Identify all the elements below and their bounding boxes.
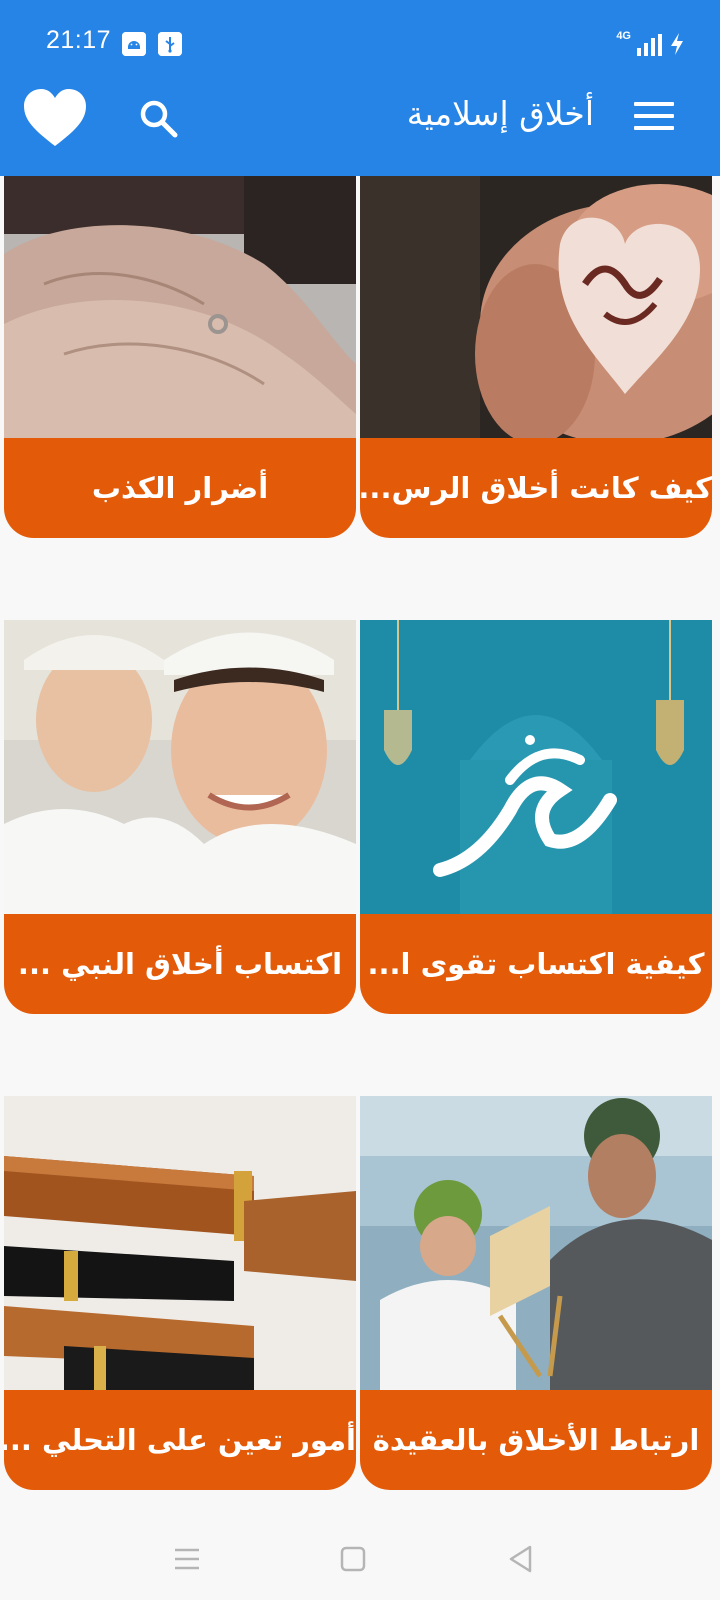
card-label: ارتباط الأخلاق بالعقيدة	[360, 1390, 712, 1490]
android-debug-icon	[122, 32, 146, 56]
card-label: كيف كانت أخلاق الرس...	[360, 438, 712, 538]
status-right-group: 4G	[616, 30, 686, 56]
system-nav-bar	[0, 1516, 720, 1600]
menu-icon[interactable]	[634, 102, 674, 132]
recent-apps-icon[interactable]	[172, 1544, 202, 1574]
card-image-fountain-pens	[4, 1096, 356, 1390]
card-image-man-boy-reading	[360, 1096, 712, 1390]
network-type: 4G	[616, 30, 631, 42]
card-label: أضرار الكذب	[4, 438, 356, 538]
charging-icon	[671, 33, 683, 55]
card-image-hands-calligraphy	[360, 176, 712, 438]
topic-card[interactable]: أضرار الكذب	[4, 176, 356, 538]
status-bar: 21:17 4G	[0, 0, 720, 64]
favorite-heart-icon[interactable]	[22, 88, 88, 148]
card-image-calligraphy-lanterns	[360, 620, 712, 914]
topic-card[interactable]: كيفية اكتساب تقوى ا...	[360, 620, 712, 1014]
card-label: اكتساب أخلاق النبي ...	[4, 914, 356, 1014]
back-icon[interactable]	[506, 1544, 536, 1574]
status-time: 21:17	[46, 26, 112, 54]
card-label: كيفية اكتساب تقوى ا...	[360, 914, 712, 1014]
app-title: أخلاق إسلامية	[406, 94, 594, 133]
usb-icon	[158, 32, 182, 56]
topic-card[interactable]: اكتساب أخلاق النبي ...	[4, 620, 356, 1014]
card-image-young-men	[4, 620, 356, 914]
card-label: أمور تعين على التحلي ...	[4, 1390, 356, 1490]
topic-card[interactable]: أمور تعين على التحلي ...	[4, 1096, 356, 1490]
topic-card[interactable]: ارتباط الأخلاق بالعقيدة	[360, 1096, 712, 1490]
home-icon[interactable]	[338, 1544, 368, 1574]
topic-card[interactable]: كيف كانت أخلاق الرس...	[360, 176, 712, 538]
signal-icon	[637, 34, 662, 56]
search-icon[interactable]	[138, 98, 180, 140]
app-bar: أخلاق إسلامية	[0, 64, 720, 176]
card-image-elderly-hands	[4, 176, 356, 438]
topics-grid: كيف كانت أخلاق الرس... أضرار الكذب كيفية…	[0, 176, 720, 1516]
